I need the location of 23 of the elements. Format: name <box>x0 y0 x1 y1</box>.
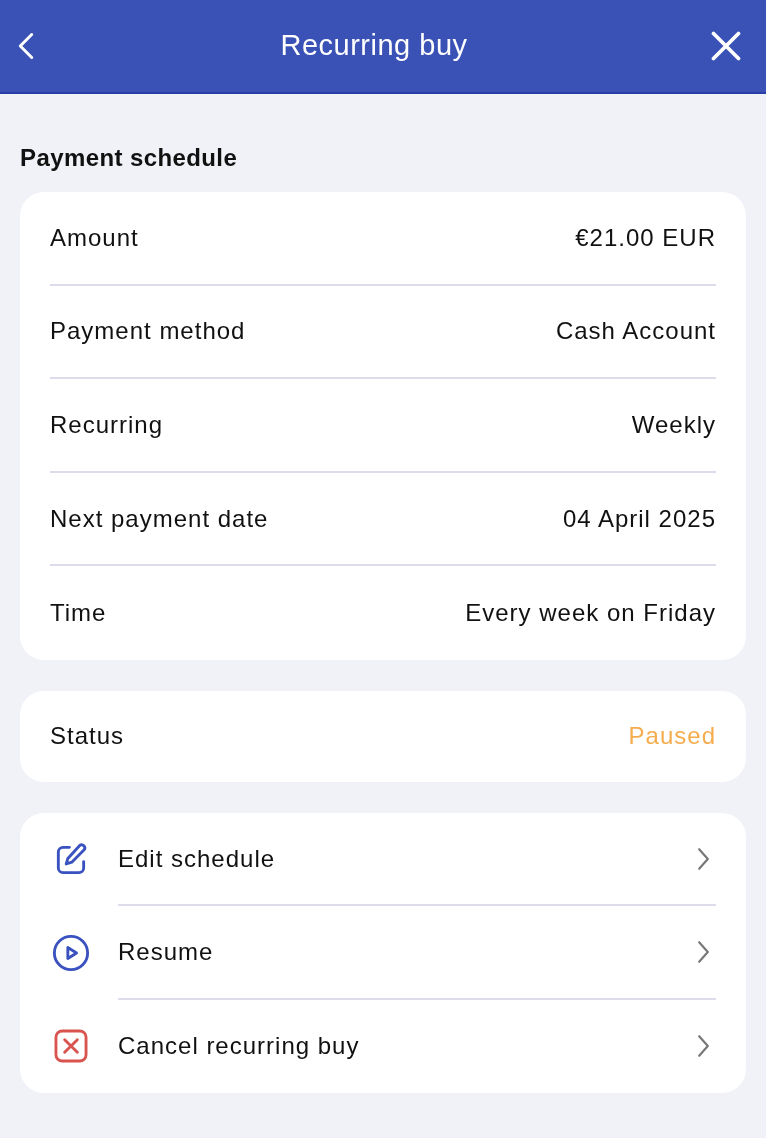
chevron-right-icon <box>697 939 710 964</box>
action-item[interactable]: Cancel recurring buy <box>50 999 716 1093</box>
row-label: Next payment date <box>50 503 269 534</box>
action-item[interactable]: Resume <box>50 906 716 1000</box>
status-value: Paused <box>628 721 716 752</box>
play-icon <box>52 933 90 972</box>
row-label: Payment method <box>50 316 246 347</box>
row-label: Time <box>50 598 107 629</box>
chevron-right-icon <box>697 846 710 871</box>
row-value: Weekly <box>631 410 716 440</box>
close-icon <box>711 31 741 61</box>
back-icon <box>18 31 34 61</box>
row-label: Amount <box>50 222 139 253</box>
action-item[interactable]: Edit schedule <box>50 812 716 907</box>
row-value: 04 April 2025 <box>562 503 716 534</box>
row-value: €21.00 EUR <box>575 222 716 253</box>
window-title: Recurring buy <box>280 28 468 64</box>
row-value: Every week on Friday <box>465 598 716 629</box>
section-heading: Payment schedule <box>20 143 239 173</box>
row-label: Recurring <box>50 410 164 440</box>
chevron-right-icon <box>697 1034 710 1059</box>
status-label: Status <box>50 721 125 752</box>
row-value: Cash Account <box>555 316 716 347</box>
